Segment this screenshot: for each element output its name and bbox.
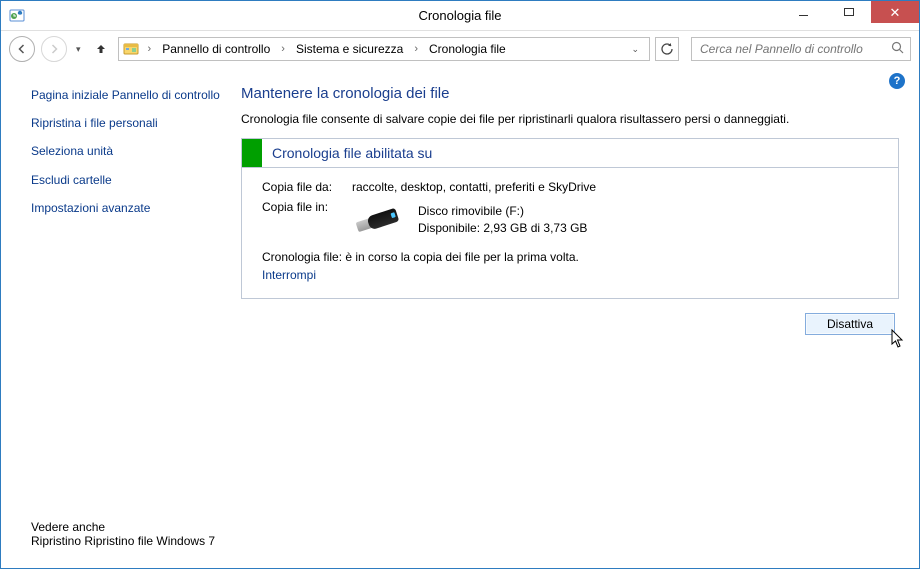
- history-dropdown-icon[interactable]: ▾: [73, 44, 84, 55]
- status-panel: Cronologia file abilitata su Copia file …: [241, 138, 899, 299]
- titlebar: Cronologia file ✕: [1, 1, 919, 31]
- destination-space: Disponibile: 2,93 GB di 3,73 GB: [418, 220, 587, 237]
- search-input[interactable]: [698, 41, 891, 57]
- see-also-heading: Vedere anche: [31, 520, 231, 534]
- app-icon: [9, 8, 25, 24]
- page-heading: Mantenere la cronologia dei file: [241, 85, 899, 102]
- sidebar-item-home[interactable]: Pagina iniziale Pannello di controllo: [31, 87, 231, 103]
- copy-from-value: raccolte, desktop, contatti, preferiti e…: [352, 180, 596, 194]
- maximize-button[interactable]: [826, 1, 871, 23]
- copy-to-label: Copia file in:: [262, 200, 352, 214]
- search-box[interactable]: [691, 37, 911, 61]
- close-button[interactable]: ✕: [871, 1, 919, 23]
- control-panel-icon: [123, 41, 139, 57]
- sidebar-item-win7-recovery[interactable]: Ripristino file Windows 7: [84, 534, 215, 548]
- page-description: Cronologia file consente di salvare copi…: [241, 112, 899, 126]
- breadcrumb-dropdown-icon[interactable]: ⌄: [625, 44, 645, 55]
- breadcrumb-item-control-panel[interactable]: Pannello di controllo: [160, 42, 272, 56]
- sidebar-item-select-drive[interactable]: Seleziona unità: [31, 143, 231, 159]
- turn-off-button[interactable]: Disattiva: [805, 313, 895, 335]
- refresh-button[interactable]: [655, 37, 679, 61]
- window: Cronologia file ✕ ▾: [0, 0, 920, 569]
- sidebar: Pagina iniziale Pannello di controllo Ri…: [31, 85, 231, 558]
- destination-name: Disco rimovibile (F:): [418, 203, 587, 220]
- help-button[interactable]: ?: [889, 73, 905, 89]
- usb-drive-icon: [354, 203, 406, 237]
- chevron-right-icon[interactable]: ›: [143, 43, 157, 55]
- chevron-right-icon[interactable]: ›: [409, 43, 423, 55]
- nav-toolbar: ▾ › Pannello di controllo › Sistema e si…: [1, 31, 919, 67]
- forward-button[interactable]: [41, 36, 67, 62]
- status-indicator-icon: [242, 139, 262, 167]
- copy-from-label: Copia file da:: [262, 180, 352, 194]
- sidebar-item-recovery[interactable]: Ripristino: [31, 534, 81, 548]
- breadcrumb-item-system-security[interactable]: Sistema e sicurezza: [294, 42, 405, 56]
- back-button[interactable]: [9, 36, 35, 62]
- sidebar-item-advanced[interactable]: Impostazioni avanzate: [31, 200, 231, 216]
- main-panel: Mantenere la cronologia dei file Cronolo…: [231, 85, 899, 558]
- search-icon: [891, 41, 904, 57]
- breadcrumb-item-file-history[interactable]: Cronologia file: [427, 42, 508, 56]
- chevron-right-icon[interactable]: ›: [276, 43, 290, 55]
- sidebar-see-also: Vedere anche Ripristino Ripristino file …: [31, 520, 231, 548]
- up-button[interactable]: [90, 38, 112, 60]
- sidebar-item-restore-files[interactable]: Ripristina i file personali: [31, 115, 231, 131]
- status-title: Cronologia file abilitata su: [262, 139, 442, 167]
- sidebar-item-exclude-folders[interactable]: Escludi cartelle: [31, 172, 231, 188]
- breadcrumb[interactable]: › Pannello di controllo › Sistema e sicu…: [118, 37, 650, 61]
- interrupt-link[interactable]: Interrompi: [262, 268, 888, 282]
- copying-status: Cronologia file: è in corso la copia dei…: [262, 250, 888, 264]
- minimize-button[interactable]: [781, 1, 826, 23]
- cursor-icon: [891, 329, 905, 349]
